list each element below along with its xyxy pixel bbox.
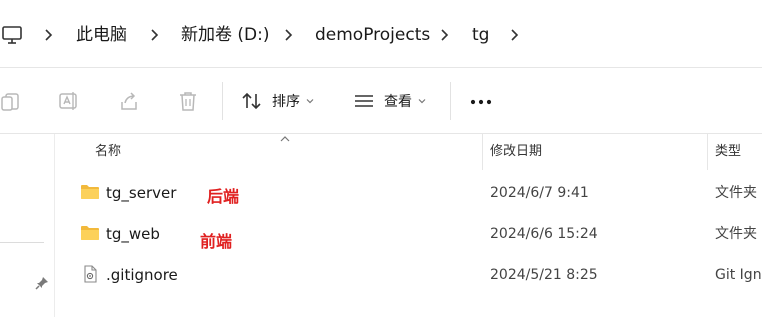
breadcrumb-item-this-pc[interactable]: 此电脑 [76,24,127,46]
column-header-name[interactable]: 名称 [95,134,121,170]
sort-ascending-icon [280,136,290,142]
annotation-label: 后端 [207,187,240,206]
breadcrumb-item-drive-d[interactable]: 新加卷 (D:) [181,24,270,46]
view-button[interactable]: 查看 [353,88,426,114]
more-icon[interactable] [470,99,492,105]
chevron-right-icon[interactable] [438,28,452,42]
share-icon[interactable] [118,90,140,112]
folder-icon [81,185,99,199]
file-type: Git Ignore [715,267,762,283]
address-bar: 此电脑 新加卷 (D:) demoProjects tg [0,0,762,68]
pin-icon[interactable] [34,275,50,291]
chevron-right-icon[interactable] [508,28,522,42]
navigation-pane [0,134,55,317]
chevron-right-icon[interactable] [282,28,296,42]
file-modified: 2024/6/6 15:24 [490,226,598,242]
file-type: 文件夹 [715,185,757,201]
breadcrumb: 此电脑 新加卷 (D:) demoProjects tg [0,0,762,68]
toolbar-divider [222,82,223,120]
file-name: tg_server [106,184,177,202]
view-list-icon [355,95,373,107]
copy-icon[interactable] [0,90,22,112]
folder-icon [81,226,99,240]
command-bar: 排序 查看 [0,68,762,134]
file-name: .gitignore [106,266,178,284]
file-name: tg_web [106,225,160,243]
file-row-gitignore[interactable]: .gitignore 2024/5/21 8:25 Git Ignore [56,255,762,295]
delete-icon[interactable] [177,90,199,112]
file-row-tg-server[interactable]: tg_server 后端 2024/6/7 9:41 文件夹 [56,173,762,213]
chevron-down-icon [418,99,426,104]
view-label: 查看 [384,94,412,110]
column-divider[interactable] [482,134,483,170]
file-icon [84,265,97,283]
file-type: 文件夹 [715,226,757,242]
sort-label: 排序 [272,94,300,110]
breadcrumb-item-demoprojects[interactable]: demoProjects [315,24,430,46]
column-divider[interactable] [707,134,708,170]
column-header-type[interactable]: 类型 [715,134,741,170]
column-header-modified[interactable]: 修改日期 [490,134,542,170]
breadcrumb-item-tg[interactable]: tg [472,24,489,46]
sort-button[interactable]: 排序 [241,88,314,114]
file-modified: 2024/5/21 8:25 [490,267,598,283]
chevron-right-icon[interactable] [148,28,162,42]
chevron-right-icon[interactable] [42,28,56,42]
computer-icon[interactable] [1,24,23,46]
annotation-label: 前端 [200,232,233,251]
file-row-tg-web[interactable]: tg_web 前端 2024/6/6 15:24 文件夹 [56,214,762,254]
sort-icon [242,92,261,110]
chevron-down-icon [306,99,314,104]
nav-divider [0,242,44,243]
toolbar-divider [450,82,451,120]
file-modified: 2024/6/7 9:41 [490,185,589,201]
rename-icon[interactable] [58,90,80,112]
